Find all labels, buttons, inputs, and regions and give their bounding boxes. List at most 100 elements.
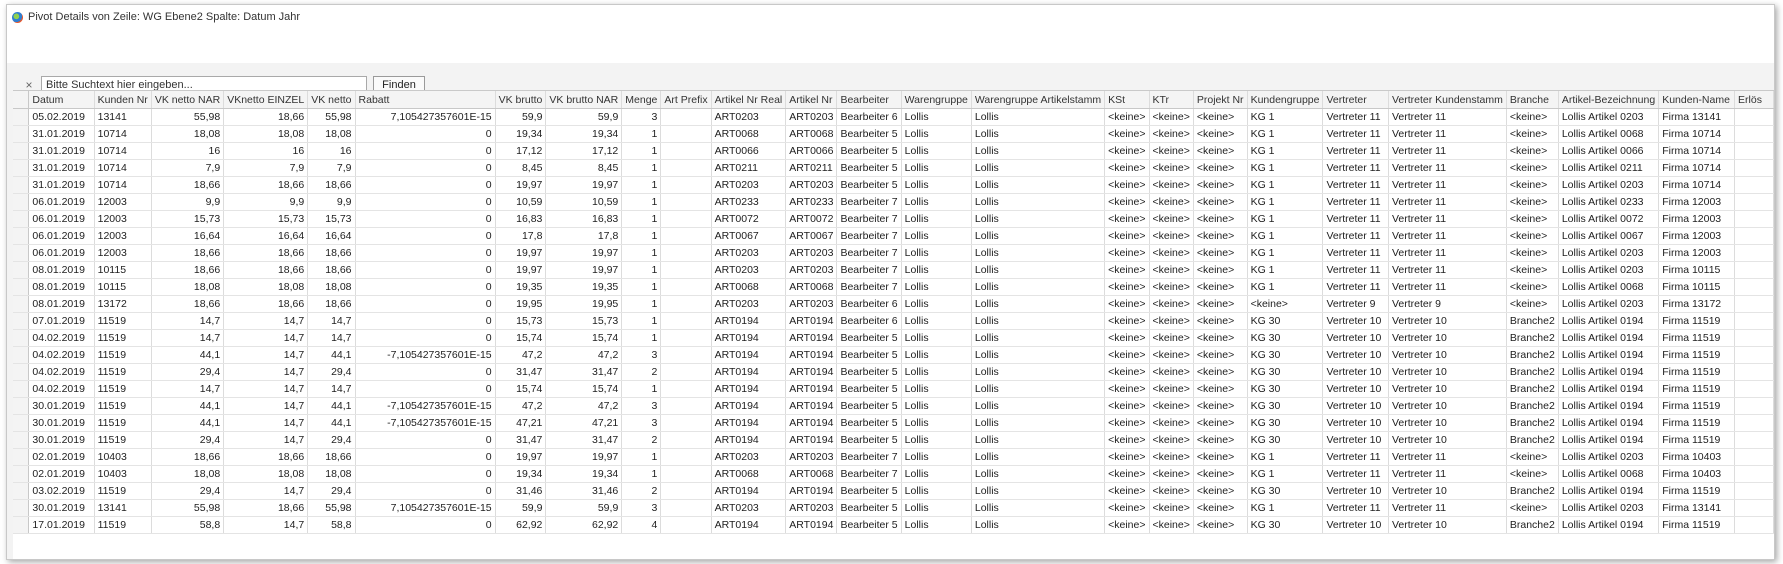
- table-cell[interactable]: ART0066: [711, 142, 787, 160]
- table-cell[interactable]: 18,66: [223, 176, 309, 194]
- table-cell[interactable]: 1: [621, 210, 662, 228]
- table-cell[interactable]: Lollis: [971, 295, 1106, 313]
- table-cell[interactable]: <keine>: [1193, 363, 1248, 381]
- table-cell[interactable]: Bearbeiter 7: [836, 465, 902, 483]
- table-cell[interactable]: <keine>: [1506, 142, 1559, 160]
- table-cell[interactable]: Bearbeiter 7: [836, 244, 902, 262]
- table-cell[interactable]: <keine>: [1104, 397, 1150, 415]
- table-cell[interactable]: 0: [355, 295, 496, 313]
- table-cell[interactable]: Branche2: [1506, 482, 1559, 500]
- table-cell[interactable]: Bearbeiter 5: [836, 380, 902, 398]
- table-cell[interactable]: 19,97: [495, 176, 547, 194]
- table-cell[interactable]: 1: [621, 312, 662, 330]
- table-cell[interactable]: 03.02.2019: [28, 482, 95, 500]
- column-header[interactable]: VK brutto NAR: [545, 91, 623, 109]
- row-selector[interactable]: [13, 499, 30, 517]
- table-cell[interactable]: Lollis: [971, 210, 1106, 228]
- table-cell[interactable]: 10,59: [545, 193, 623, 211]
- table-cell[interactable]: 2: [621, 363, 662, 381]
- table-cell[interactable]: 11519: [94, 380, 152, 398]
- table-cell[interactable]: <keine>: [1149, 499, 1194, 517]
- table-cell[interactable]: Firma 11519: [1658, 346, 1736, 364]
- table-cell[interactable]: 1: [621, 244, 662, 262]
- table-cell[interactable]: [660, 312, 712, 330]
- table-cell[interactable]: -7,105427357601E-15: [355, 346, 496, 364]
- table-cell[interactable]: 14,7: [223, 329, 309, 347]
- table-cell[interactable]: [660, 125, 712, 143]
- table-cell[interactable]: ART0211: [711, 159, 787, 177]
- table-cell[interactable]: Lollis Artikel 0194: [1558, 346, 1660, 364]
- table-cell[interactable]: Firma 11519: [1658, 329, 1736, 347]
- table-cell[interactable]: <keine>: [1104, 295, 1150, 313]
- column-header[interactable]: Datum: [28, 91, 95, 109]
- table-cell[interactable]: Branche2: [1506, 431, 1559, 449]
- table-cell[interactable]: [660, 227, 712, 245]
- table-cell[interactable]: 3: [621, 414, 662, 432]
- table-cell[interactable]: ART0194: [785, 346, 838, 364]
- table-cell[interactable]: 0: [355, 329, 496, 347]
- row-selector[interactable]: [13, 108, 30, 126]
- table-cell[interactable]: Lollis: [971, 465, 1106, 483]
- column-header[interactable]: VK netto NAR: [151, 91, 225, 109]
- row-selector[interactable]: [13, 482, 30, 500]
- table-cell[interactable]: Firma 10403: [1658, 448, 1736, 466]
- table-cell[interactable]: Firma 10714: [1658, 159, 1736, 177]
- table-cell[interactable]: <keine>: [1193, 482, 1248, 500]
- table-cell[interactable]: <keine>: [1104, 210, 1150, 228]
- table-row[interactable]: 05.02.2019 13141 55,98 18,66 55,98 7,10542735…: [13, 108, 1774, 126]
- row-selector[interactable]: [13, 125, 30, 143]
- table-row[interactable]: 31.01.2019 10714 16 16 16 0 17,12 17,12 1 ART0066…: [13, 142, 1774, 160]
- table-cell[interactable]: 17,8: [495, 227, 547, 245]
- table-cell[interactable]: 0: [355, 312, 496, 330]
- table-cell[interactable]: <keine>: [1506, 278, 1559, 296]
- column-header[interactable]: Branche: [1506, 91, 1559, 109]
- table-cell[interactable]: 59,9: [495, 499, 547, 517]
- table-cell[interactable]: ART0203: [711, 108, 787, 126]
- table-cell[interactable]: 1: [621, 176, 662, 194]
- table-cell[interactable]: KG 30: [1247, 516, 1324, 534]
- table-cell[interactable]: Vertreter 11: [1322, 499, 1389, 517]
- table-cell[interactable]: Bearbeiter 7: [836, 261, 902, 279]
- table-cell[interactable]: Bearbeiter 6: [836, 295, 902, 313]
- table-cell[interactable]: 12003: [94, 193, 152, 211]
- table-cell[interactable]: Vertreter 11: [1322, 465, 1389, 483]
- row-selector[interactable]: [13, 295, 30, 313]
- table-cell[interactable]: <keine>: [1104, 431, 1150, 449]
- table-cell[interactable]: 18,66: [307, 295, 356, 313]
- table-cell[interactable]: 1: [621, 159, 662, 177]
- table-cell[interactable]: [1734, 397, 1774, 415]
- table-cell[interactable]: Vertreter 10: [1388, 516, 1507, 534]
- table-cell[interactable]: Firma 12003: [1658, 244, 1736, 262]
- table-cell[interactable]: 11519: [94, 482, 152, 500]
- table-cell[interactable]: 06.01.2019: [28, 227, 95, 245]
- table-cell[interactable]: Bearbeiter 6: [836, 108, 902, 126]
- table-cell[interactable]: Lollis Artikel 0066: [1558, 142, 1660, 160]
- table-cell[interactable]: 15,73: [545, 312, 623, 330]
- table-cell[interactable]: 1: [621, 261, 662, 279]
- column-header[interactable]: VK brutto: [495, 91, 547, 109]
- table-cell[interactable]: Firma 12003: [1658, 193, 1736, 211]
- table-cell[interactable]: [660, 210, 712, 228]
- column-header[interactable]: KTr: [1149, 91, 1194, 109]
- table-cell[interactable]: [660, 448, 712, 466]
- table-cell[interactable]: 29,4: [151, 431, 225, 449]
- table-cell[interactable]: Vertreter 10: [1322, 363, 1389, 381]
- table-cell[interactable]: 8,45: [495, 159, 547, 177]
- table-cell[interactable]: ART0194: [711, 312, 787, 330]
- table-cell[interactable]: Lollis: [901, 397, 972, 415]
- table-cell[interactable]: Bearbeiter 7: [836, 210, 902, 228]
- table-cell[interactable]: <keine>: [1149, 482, 1194, 500]
- table-cell[interactable]: 9,9: [223, 193, 309, 211]
- table-cell[interactable]: [660, 176, 712, 194]
- row-selector[interactable]: [13, 516, 30, 534]
- table-cell[interactable]: Lollis Artikel 0203: [1558, 261, 1660, 279]
- table-cell[interactable]: 7,105427357601E-15: [355, 108, 496, 126]
- table-cell[interactable]: 17,8: [545, 227, 623, 245]
- table-cell[interactable]: Vertreter 11: [1322, 176, 1389, 194]
- table-cell[interactable]: [1734, 431, 1774, 449]
- table-cell[interactable]: KG 1: [1247, 108, 1324, 126]
- table-cell[interactable]: <keine>: [1149, 397, 1194, 415]
- table-cell[interactable]: <keine>: [1193, 244, 1248, 262]
- table-cell[interactable]: [1734, 159, 1774, 177]
- table-row[interactable]: 04.02.2019 11519 14,7 14,7 14,7 0 15,74 15,74 1 A…: [13, 329, 1774, 347]
